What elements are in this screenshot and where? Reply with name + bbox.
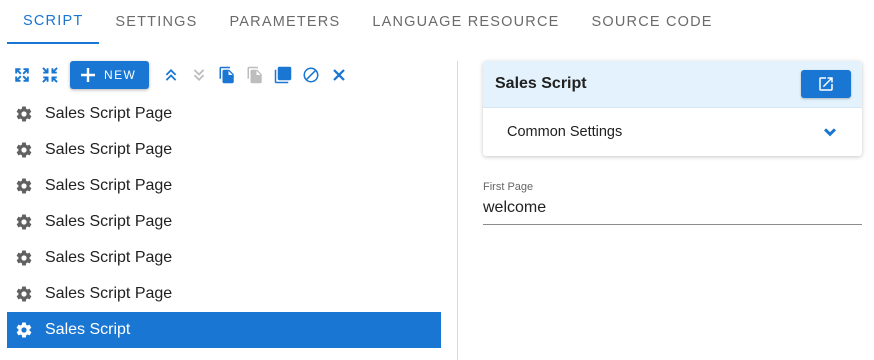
tree-item-label: Sales Script Page	[45, 249, 173, 266]
expand-all-icon[interactable]	[8, 61, 36, 89]
tab-script[interactable]: SCRIPT	[7, 0, 100, 44]
tree-item-page-4[interactable]: Sales Script Page	[7, 204, 441, 240]
panel-title: Sales Script	[495, 75, 587, 92]
duplicate-icon[interactable]	[269, 61, 297, 89]
tree-item-page-5[interactable]: Sales Script Page	[7, 240, 441, 276]
gear-icon	[15, 105, 33, 123]
close-icon[interactable]	[325, 61, 353, 89]
new-button-label: NEW	[104, 68, 137, 82]
panel-divider[interactable]	[457, 61, 458, 360]
panel-header: Sales Script	[483, 61, 862, 108]
gear-icon	[15, 249, 33, 267]
first-page-input[interactable]: welcome	[483, 195, 862, 225]
properties-panel: Sales Script Common Settings	[483, 61, 862, 156]
tree-item-label: Sales Script	[45, 321, 131, 338]
gear-icon	[15, 177, 33, 195]
tree-item-label: Sales Script Page	[45, 141, 173, 158]
block-icon[interactable]	[297, 61, 325, 89]
tree-item-label: Sales Script Page	[45, 177, 173, 194]
tree-item-page-6[interactable]: Sales Script Page	[7, 276, 441, 312]
tree-item-label: Sales Script Page	[45, 285, 173, 302]
open-in-new-icon	[817, 75, 835, 93]
tab-parameters[interactable]: PARAMETERS	[213, 0, 356, 44]
copy-icon[interactable]	[213, 61, 241, 89]
add-icon	[80, 67, 96, 83]
paste-icon[interactable]	[241, 61, 269, 89]
tree-item-label: Sales Script Page	[45, 105, 173, 122]
tree-toolbar: NEW	[8, 61, 353, 89]
tree-item-page-2[interactable]: Sales Script Page	[7, 132, 441, 168]
common-settings-expander[interactable]: Common Settings	[483, 108, 862, 156]
tab-source-code[interactable]: SOURCE CODE	[576, 0, 729, 44]
tab-language-resource[interactable]: LANGUAGE RESOURCE	[356, 0, 575, 44]
gear-icon	[15, 141, 33, 159]
tree-item-sales-script[interactable]: Sales Script	[7, 312, 441, 348]
tree-item-page-3[interactable]: Sales Script Page	[7, 168, 441, 204]
first-page-label: First Page	[483, 181, 534, 193]
gear-icon	[15, 285, 33, 303]
gear-icon	[15, 213, 33, 231]
gear-icon	[15, 321, 33, 339]
tree-item-page-1[interactable]: Sales Script Page	[7, 96, 441, 132]
first-page-field: First Page welcome	[483, 181, 862, 225]
tab-settings[interactable]: SETTINGS	[99, 0, 213, 44]
collapse-all-icon[interactable]	[36, 61, 64, 89]
common-settings-label: Common Settings	[507, 124, 623, 140]
tab-bar: SCRIPT SETTINGS PARAMETERS LANGUAGE RESO…	[0, 0, 874, 45]
chevron-down-icon	[820, 122, 840, 142]
open-external-button[interactable]	[801, 70, 851, 98]
move-down-icon[interactable]	[185, 61, 213, 89]
script-tree: Sales Script Page Sales Script Page Sale…	[7, 96, 441, 348]
new-button[interactable]: NEW	[70, 61, 150, 89]
tree-item-label: Sales Script Page	[45, 213, 173, 230]
move-up-icon[interactable]	[157, 61, 185, 89]
